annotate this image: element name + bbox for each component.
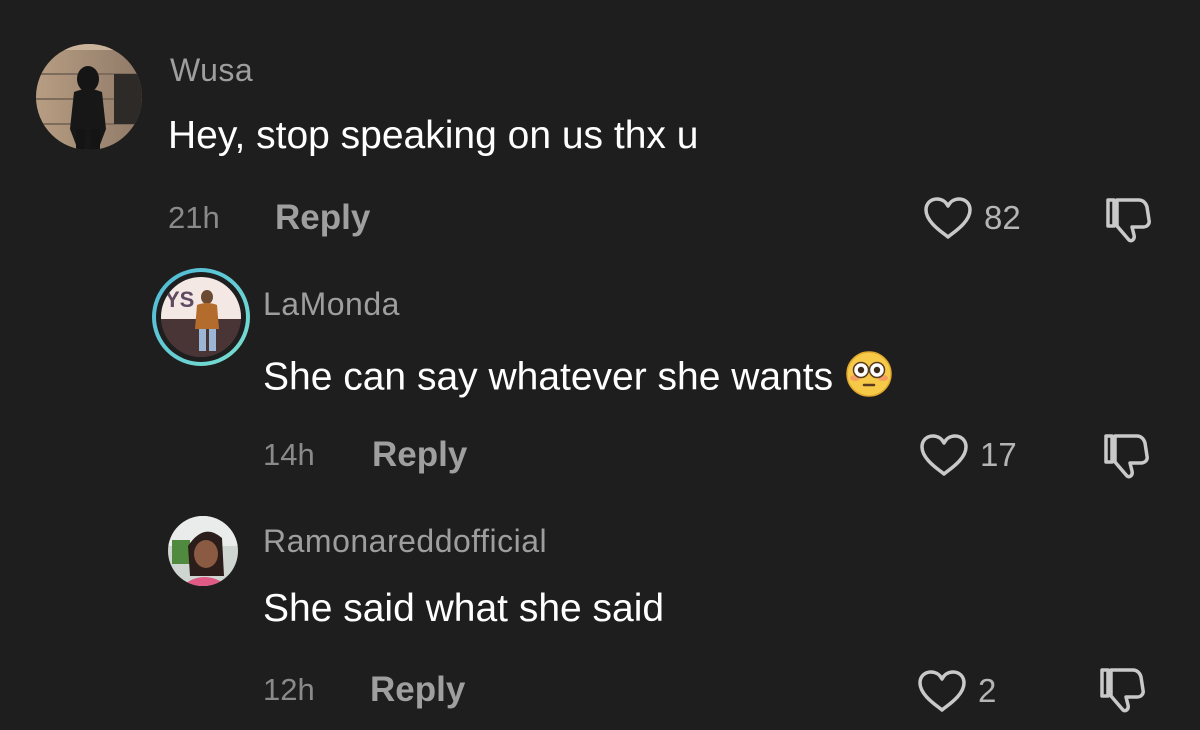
dislike-button[interactable] <box>1102 196 1154 249</box>
comment-text: Hey, stop speaking on us thx u <box>168 114 699 157</box>
thumbs-down-icon <box>1104 434 1149 479</box>
avatar-photo <box>168 516 238 586</box>
heart-icon <box>918 670 966 712</box>
avatar-story-ring[interactable]: YS <box>152 268 250 366</box>
like-count: 17 <box>980 436 1017 473</box>
comment-text-content: She can say whatever she wants <box>263 355 834 399</box>
avatar-photo: YS <box>161 277 241 357</box>
like-count: 2 <box>978 672 997 709</box>
dislike-button[interactable] <box>1100 432 1152 485</box>
avatar-photo <box>36 44 142 150</box>
comment-text: She can say whatever she wants <box>263 350 893 408</box>
timestamp: 21h <box>168 200 220 235</box>
reply-button[interactable]: Reply <box>372 435 467 475</box>
thumbs-down-icon <box>1100 668 1145 713</box>
like-button[interactable]: 17 <box>918 432 1017 478</box>
heart-icon <box>920 434 968 476</box>
username[interactable]: Wusa <box>170 52 253 89</box>
avatar[interactable] <box>168 516 238 586</box>
reply-button[interactable]: Reply <box>275 198 370 238</box>
flushed-face-icon <box>845 350 893 408</box>
heart-icon <box>924 197 972 239</box>
like-count: 82 <box>984 199 1021 236</box>
username[interactable]: Ramonareddofficial <box>263 523 547 560</box>
dislike-button[interactable] <box>1096 666 1148 719</box>
like-button[interactable]: 82 <box>922 195 1021 241</box>
like-button[interactable]: 2 <box>916 668 996 714</box>
timestamp: 12h <box>263 672 315 707</box>
username[interactable]: LaMonda <box>263 286 400 323</box>
comment-text: She said what she said <box>263 587 665 630</box>
thumbs-down-icon <box>1106 198 1151 243</box>
timestamp: 14h <box>263 437 315 472</box>
avatar[interactable] <box>36 44 142 150</box>
svg-text:YS: YS <box>165 287 194 312</box>
reply-button[interactable]: Reply <box>370 670 465 710</box>
